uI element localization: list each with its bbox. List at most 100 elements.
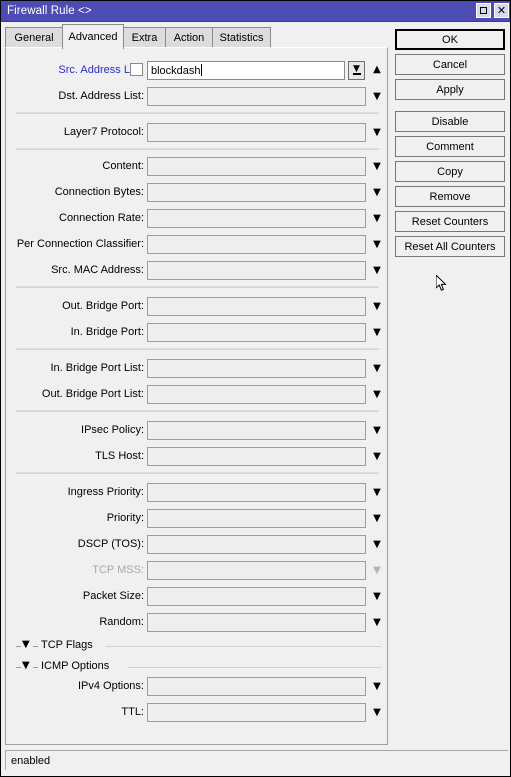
- chevron-down-icon[interactable]: ▼: [370, 264, 384, 278]
- action-button-column: OK Cancel Apply Disable Comment Copy Rem…: [395, 29, 508, 261]
- row-label: Dst. Address List:: [58, 90, 144, 102]
- chevron-down-icon[interactable]: ▼: [370, 706, 384, 720]
- src-mac-address-input[interactable]: [147, 261, 366, 280]
- disable-button[interactable]: Disable: [395, 111, 505, 132]
- row-ingress-priority: Ingress Priority: ▼: [6, 482, 387, 504]
- row-label: Packet Size:: [82, 590, 144, 602]
- row-ipsec-policy: IPsec Policy: ▼: [6, 420, 387, 442]
- chevron-down-icon[interactable]: ▼: [370, 512, 384, 526]
- connection-bytes-input[interactable]: [147, 183, 366, 202]
- group-rule-line: [128, 667, 381, 668]
- row-label: Random:: [99, 616, 144, 628]
- tab-statistics[interactable]: Statistics: [212, 27, 271, 48]
- apply-button[interactable]: Apply: [395, 79, 505, 100]
- row-connection-bytes: Connection Bytes: ▼: [6, 182, 387, 204]
- tab-label: Statistics: [219, 32, 264, 44]
- divider: [16, 472, 379, 474]
- tab-label: Advanced: [68, 31, 118, 43]
- chevron-down-icon[interactable]: ▼: [370, 362, 384, 376]
- tab-general[interactable]: General: [5, 27, 63, 48]
- out-bridge-port-list-input[interactable]: [147, 385, 366, 404]
- src-address-list-input[interactable]: blockdash: [147, 61, 345, 80]
- tab-advanced[interactable]: Advanced: [62, 24, 124, 49]
- out-bridge-port-input[interactable]: [147, 297, 366, 316]
- chevron-down-icon[interactable]: ▼: [370, 486, 384, 500]
- chevron-down-icon[interactable]: ▼: [370, 126, 384, 140]
- dst-address-list-input[interactable]: [147, 87, 366, 106]
- group-icmp-options[interactable]: ▼ ICMP Options: [16, 660, 381, 674]
- row-label: TTL:: [121, 706, 144, 718]
- chevron-down-icon[interactable]: ▼: [22, 637, 30, 653]
- chevron-down-icon[interactable]: ▼: [370, 538, 384, 552]
- ingress-priority-input[interactable]: [147, 483, 366, 502]
- maximize-icon[interactable]: [476, 3, 491, 18]
- ipsec-policy-input[interactable]: [147, 421, 366, 440]
- divider: [16, 348, 379, 350]
- src-address-list-dropdown-button[interactable]: ▼: [348, 61, 365, 80]
- window-controls: ✕: [476, 3, 509, 18]
- group-dash-left: [16, 646, 21, 647]
- tls-host-input[interactable]: [147, 447, 366, 466]
- dscp-tos-input[interactable]: [147, 535, 366, 554]
- chevron-down-icon[interactable]: ▼: [370, 90, 384, 104]
- chevron-down-icon[interactable]: ▼: [370, 300, 384, 314]
- packet-size-input[interactable]: [147, 587, 366, 606]
- row-dst-address-list: Dst. Address List: ▼: [6, 86, 387, 108]
- ipv4-options-input[interactable]: [147, 677, 366, 696]
- chevron-up-icon[interactable]: ▲: [370, 63, 384, 77]
- row-label: Out. Bridge Port:: [62, 300, 144, 312]
- remove-button[interactable]: Remove: [395, 186, 505, 207]
- row-label: Ingress Priority:: [67, 486, 144, 498]
- maximize-glyph: [480, 7, 487, 14]
- group-label: ICMP Options: [41, 660, 114, 672]
- content-input[interactable]: [147, 157, 366, 176]
- layer7-protocol-input[interactable]: [147, 123, 366, 142]
- tab-extra[interactable]: Extra: [123, 27, 166, 48]
- tab-action[interactable]: Action: [165, 27, 213, 48]
- chevron-down-icon[interactable]: ▼: [370, 186, 384, 200]
- ttl-input[interactable]: [147, 703, 366, 722]
- chevron-down-icon[interactable]: ▼: [370, 590, 384, 604]
- chevron-down-icon[interactable]: ▼: [370, 616, 384, 630]
- reset-all-counters-button[interactable]: Reset All Counters: [395, 236, 505, 257]
- row-label: Priority:: [106, 512, 144, 524]
- tab-label: Extra: [131, 32, 158, 44]
- comment-button[interactable]: Comment: [395, 136, 505, 157]
- chevron-down-icon[interactable]: ▼: [370, 450, 384, 464]
- in-bridge-port-input[interactable]: [147, 323, 366, 342]
- title-bar: Firewall Rule <> ✕: [1, 1, 510, 22]
- chevron-down-icon[interactable]: ▼: [370, 238, 384, 252]
- row-label: Connection Bytes:: [54, 186, 144, 198]
- chevron-down-icon[interactable]: ▼: [22, 658, 30, 674]
- row-label: Out. Bridge Port List:: [41, 388, 144, 400]
- ok-button[interactable]: OK: [395, 29, 505, 50]
- chevron-down-icon[interactable]: ▼: [370, 326, 384, 340]
- chevron-down-icon[interactable]: ▼: [370, 388, 384, 402]
- random-input[interactable]: [147, 613, 366, 632]
- src-address-list-checkbox[interactable]: [130, 63, 143, 76]
- chevron-down-icon[interactable]: ▼: [370, 212, 384, 226]
- row-priority: Priority: ▼: [6, 508, 387, 530]
- row-out-bridge-port: Out. Bridge Port: ▼: [6, 296, 387, 318]
- close-icon[interactable]: ✕: [494, 3, 509, 18]
- copy-button[interactable]: Copy: [395, 161, 505, 182]
- chevron-down-icon[interactable]: ▼: [370, 424, 384, 438]
- priority-input[interactable]: [147, 509, 366, 528]
- chevron-down-icon[interactable]: ▼: [370, 160, 384, 174]
- group-tcp-flags[interactable]: ▼ TCP Flags: [16, 639, 381, 653]
- row-content: Content: ▼: [6, 156, 387, 178]
- connection-rate-input[interactable]: [147, 209, 366, 228]
- chevron-down-icon[interactable]: ▼: [370, 680, 384, 694]
- divider: [16, 410, 379, 412]
- row-tls-host: TLS Host: ▼: [6, 446, 387, 468]
- input-value: blockdash: [151, 64, 202, 77]
- chevron-down-icon: ▼: [373, 565, 381, 576]
- row-ipv4-options: IPv4 Options: ▼: [6, 676, 387, 698]
- in-bridge-port-list-input[interactable]: [147, 359, 366, 378]
- reset-counters-button[interactable]: Reset Counters: [395, 211, 505, 232]
- cancel-button[interactable]: Cancel: [395, 54, 505, 75]
- row-random: Random: ▼: [6, 612, 387, 634]
- group-label: TCP Flags: [41, 639, 97, 651]
- per-connection-classifier-input[interactable]: [147, 235, 366, 254]
- status-text: enabled: [11, 754, 51, 767]
